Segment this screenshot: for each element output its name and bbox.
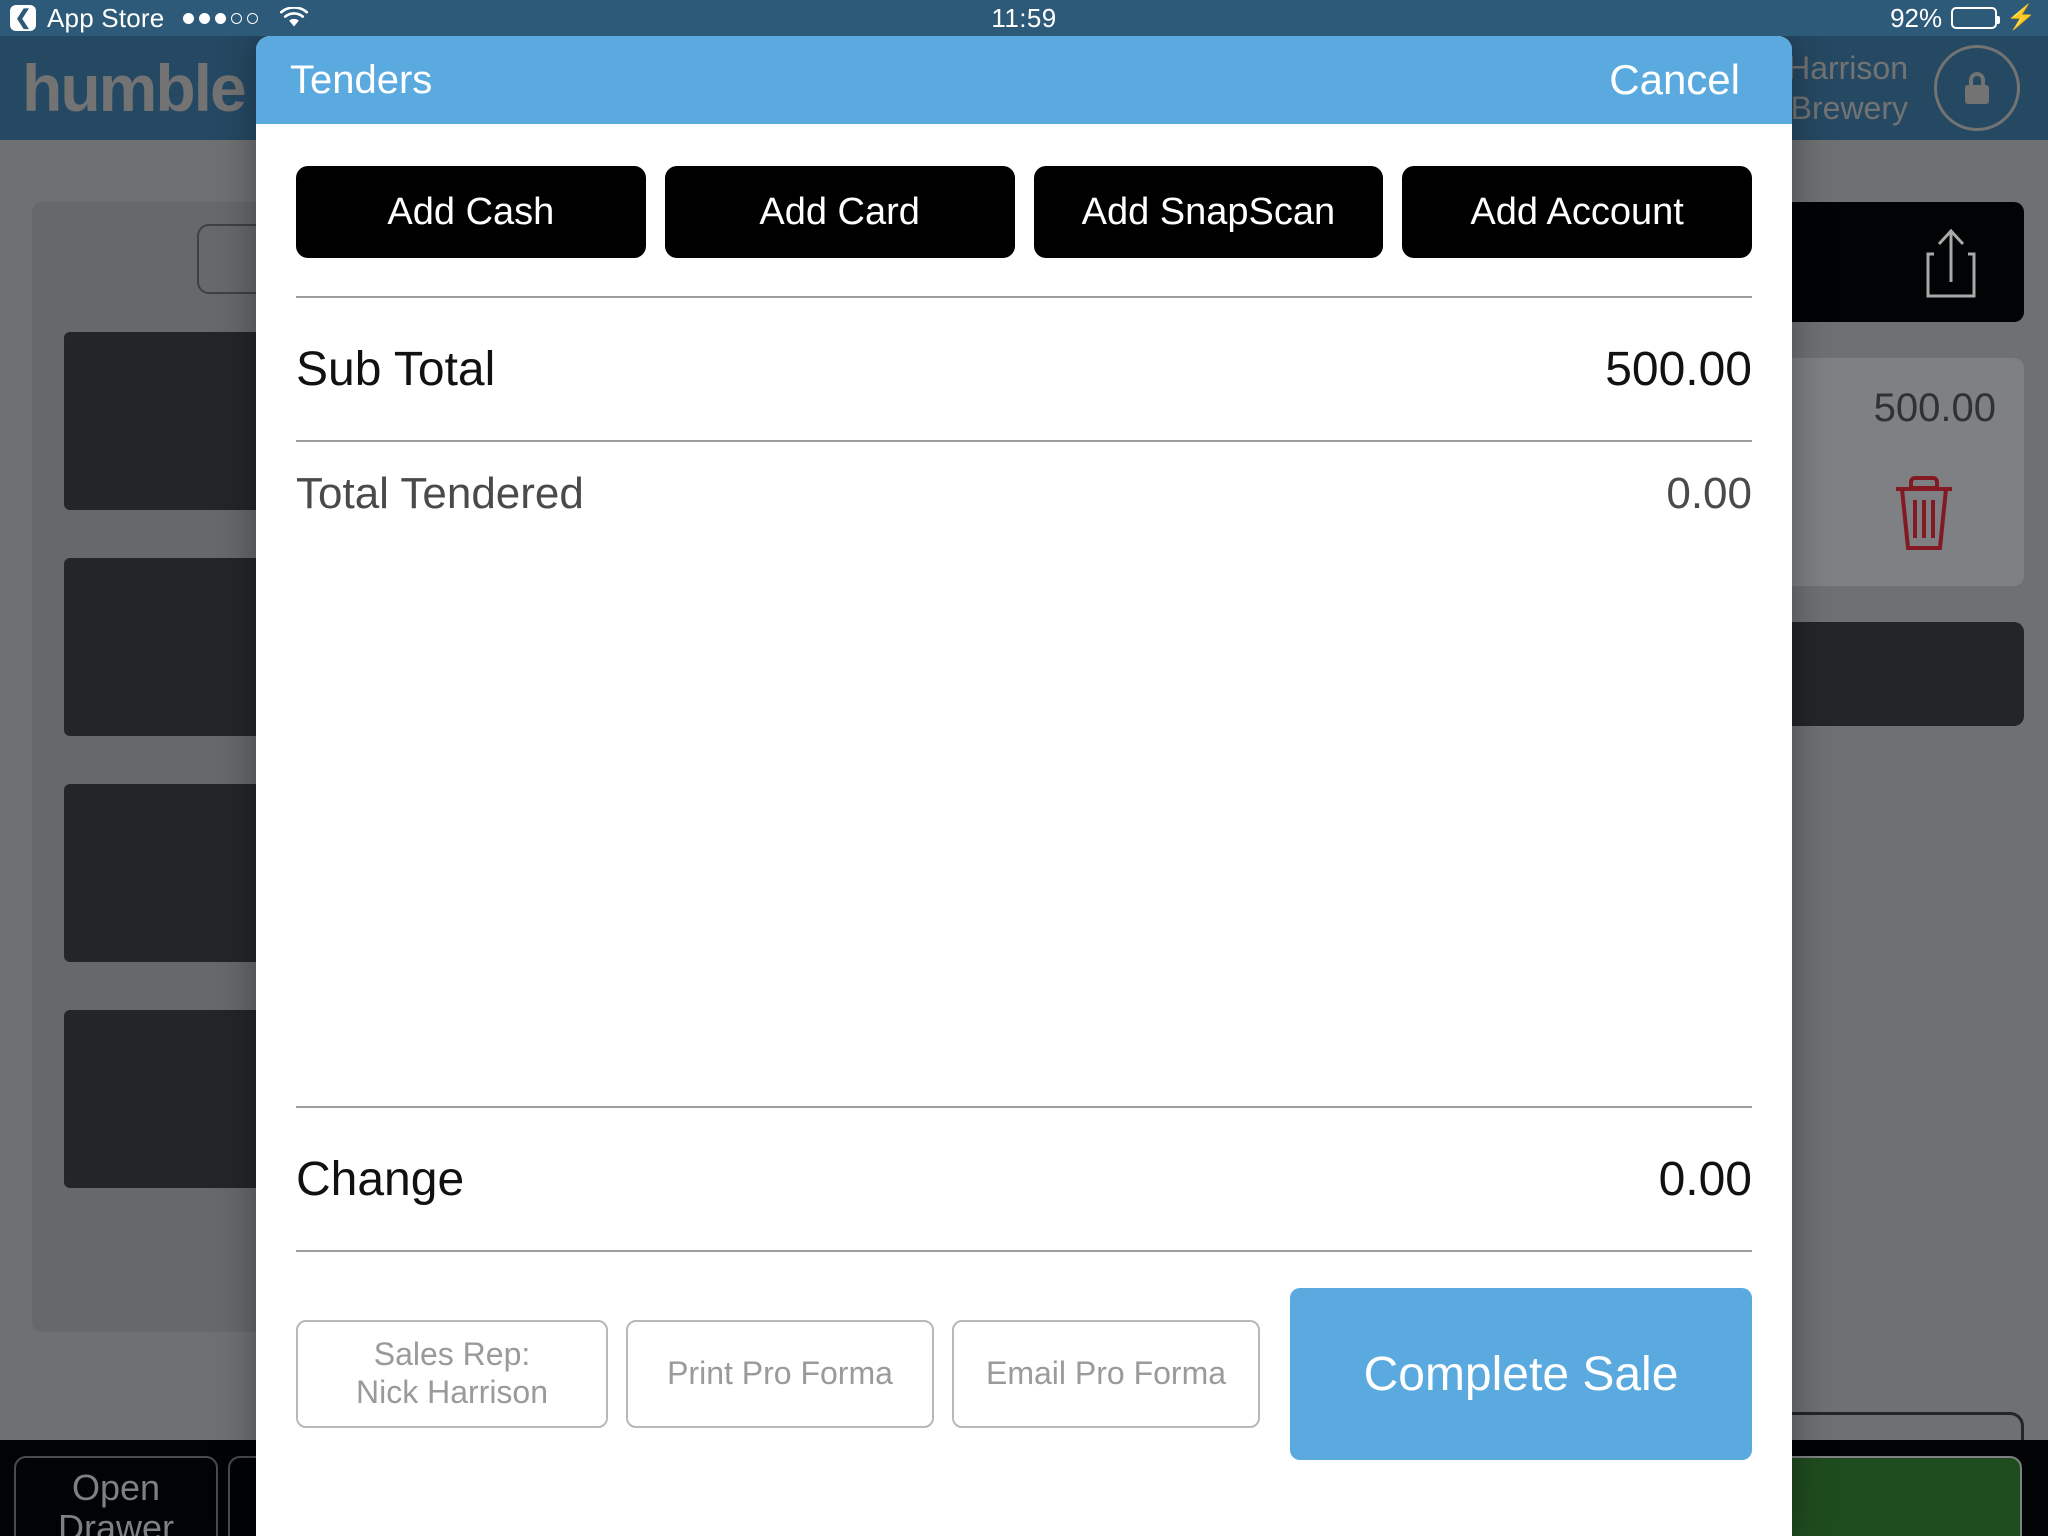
screen: ❮ App Store 11:59 92% ⚡ humble k Harriso… [0, 0, 2048, 1536]
total-tendered-value: 0.00 [1666, 469, 1752, 518]
tender-buttons-row: Add Cash Add Card Add SnapScan Add Accou… [256, 124, 1792, 258]
add-snapscan-button[interactable]: Add SnapScan [1033, 166, 1384, 258]
add-account-button[interactable]: Add Account [1402, 166, 1752, 258]
sales-rep-button[interactable]: Sales Rep: Nick Harrison [296, 1320, 608, 1428]
subtotal-value: 500.00 [1605, 342, 1752, 396]
status-bar-right: 92% ⚡ [1890, 0, 2036, 36]
change-value: 0.00 [1658, 1152, 1752, 1206]
modal-header: Tenders Cancel [256, 36, 1792, 124]
print-pro-forma-button[interactable]: Print Pro Forma [626, 1320, 934, 1428]
change-row: Change 0.00 [296, 1108, 1752, 1250]
lightning-bolt-icon: ⚡ [2006, 4, 2036, 31]
ios-status-bar: ❮ App Store 11:59 92% ⚡ [0, 0, 2048, 36]
amounts-section: Sub Total 500.00 Total Tendered 0.00 Cha… [256, 258, 1792, 1252]
tender-list-empty-area [296, 546, 1752, 1106]
total-tendered-label: Total Tendered [296, 469, 584, 518]
complete-sale-button[interactable]: Complete Sale [1290, 1288, 1752, 1460]
cancel-button[interactable]: Cancel [1609, 56, 1740, 104]
tenders-modal: Tenders Cancel Add Cash Add Card Add Sna… [256, 36, 1792, 1536]
subtotal-label: Sub Total [296, 342, 496, 396]
sales-rep-caption: Sales Rep: [373, 1336, 531, 1373]
add-card-button[interactable]: Add Card [664, 166, 1015, 258]
sales-rep-name: Nick Harrison [355, 1374, 549, 1410]
total-tendered-row: Total Tendered 0.00 [296, 442, 1752, 546]
status-bar-clock: 11:59 [991, 2, 1057, 33]
battery-percent-label: 92% [1890, 2, 1943, 33]
add-cash-button[interactable]: Add Cash [296, 166, 646, 258]
change-label: Change [296, 1152, 465, 1206]
subtotal-row: Sub Total 500.00 [296, 298, 1752, 440]
battery-icon [1951, 7, 2001, 29]
modal-title: Tenders [290, 57, 433, 102]
email-pro-forma-button[interactable]: Email Pro Forma [952, 1320, 1260, 1428]
modal-footer: Sales Rep: Nick Harrison Print Pro Forma… [256, 1252, 1792, 1460]
